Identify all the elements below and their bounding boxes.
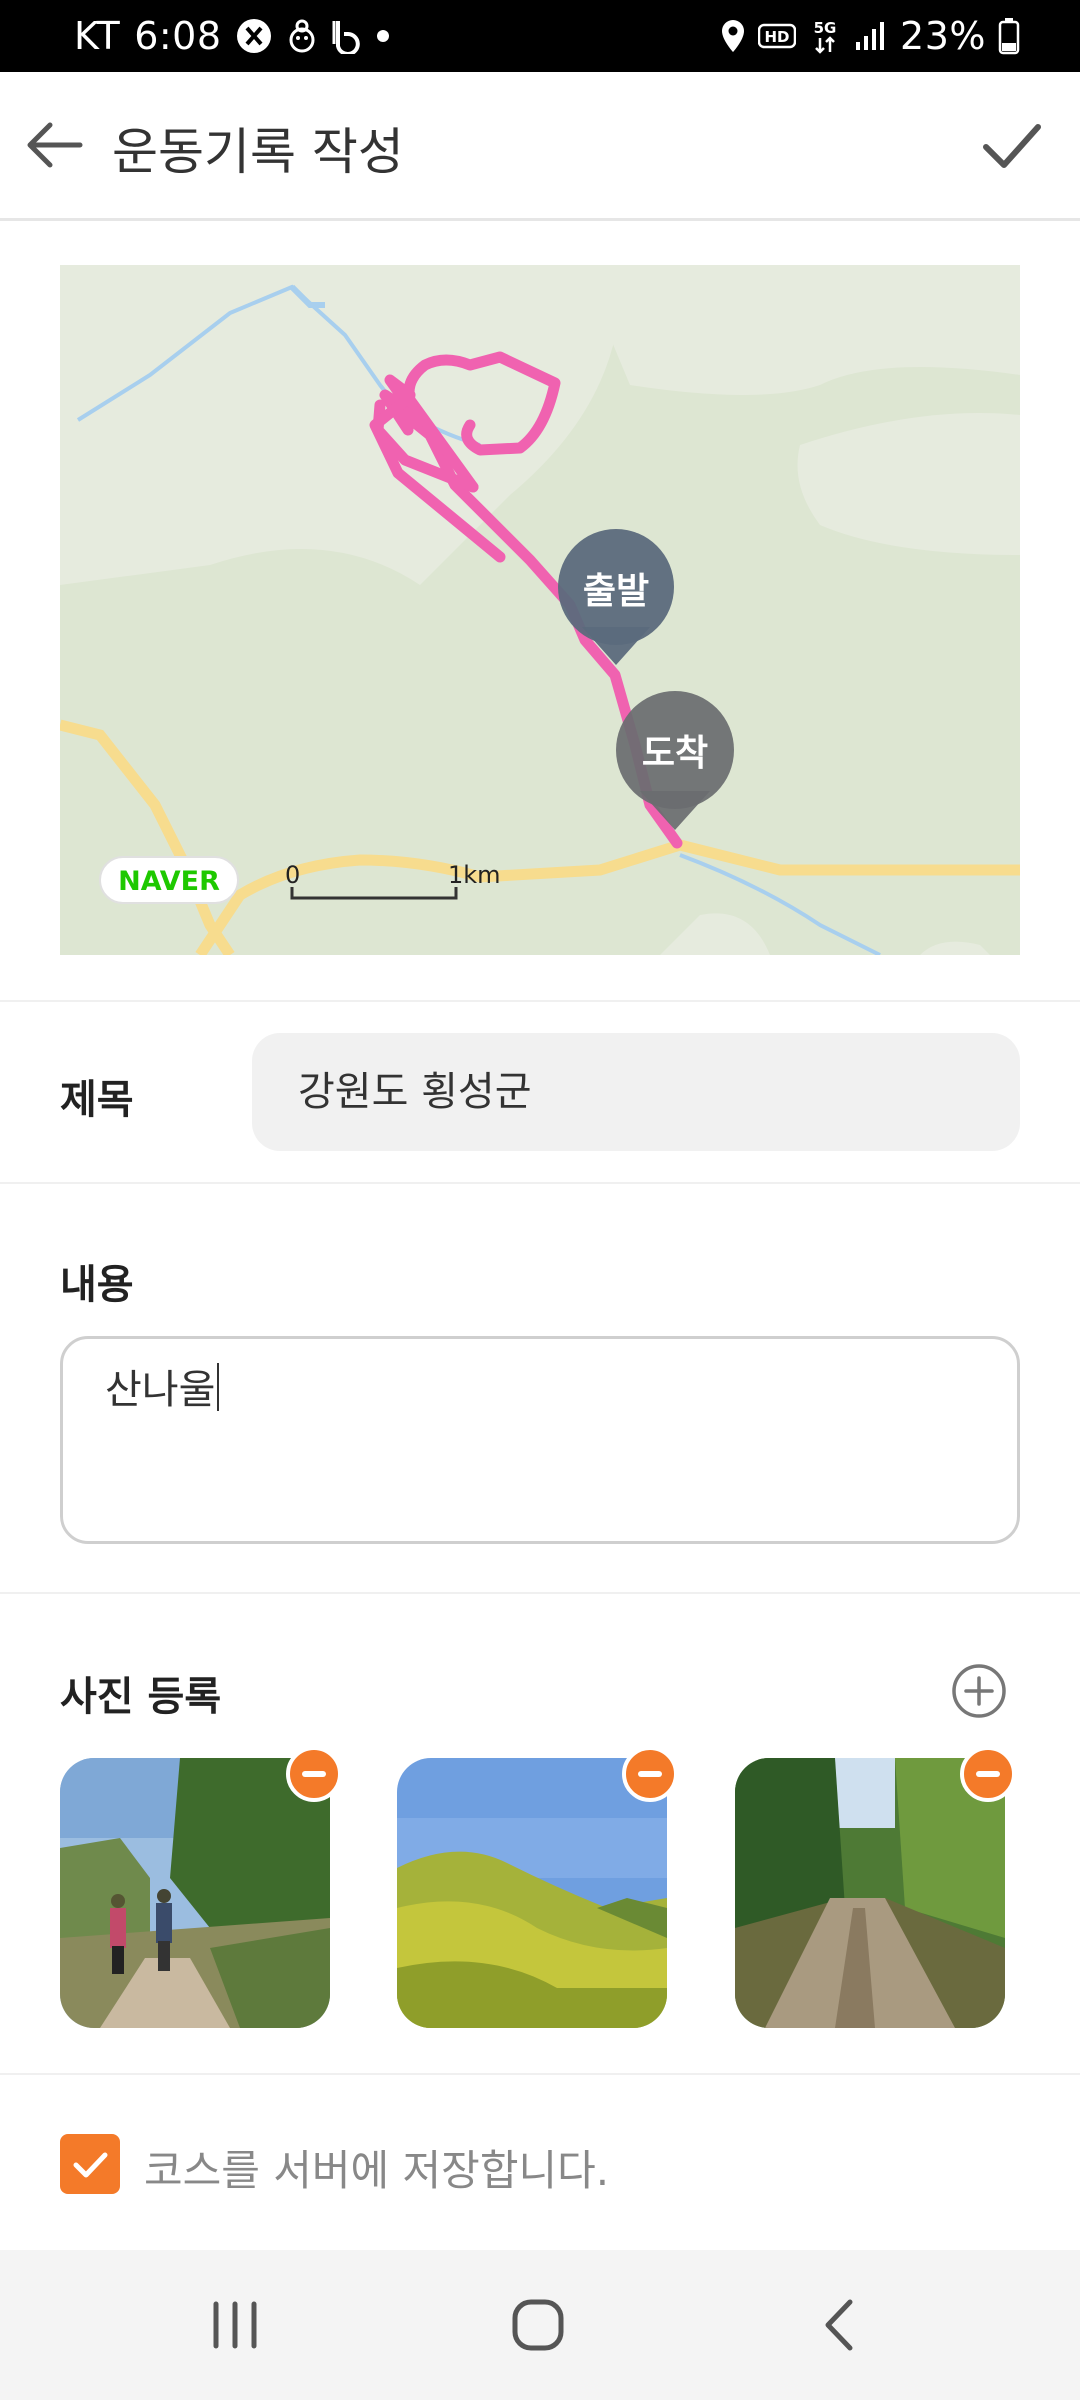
- remove-photo-button[interactable]: [286, 1746, 342, 1802]
- back-button[interactable]: [22, 112, 88, 178]
- content-label: 내용: [60, 1262, 134, 1308]
- carrier-text: KT: [74, 14, 121, 58]
- checkmark-icon: [73, 2152, 108, 2178]
- app-bar: 운동기록 작성: [0, 72, 1080, 221]
- chevron-left-icon: [825, 2299, 853, 2351]
- end-marker-label: 도착: [642, 733, 708, 774]
- scale-start-text: 0: [285, 861, 300, 889]
- 5g-text: 5G: [814, 19, 837, 37]
- save-course-label[interactable]: 코스를 서버에 저장합니다.: [144, 2137, 609, 2198]
- content-textarea[interactable]: 산나울: [60, 1336, 1020, 1544]
- photos-label: 사진 등록: [60, 1674, 222, 1720]
- battery-icon: [998, 17, 1020, 55]
- start-marker-label: 출발: [583, 571, 649, 612]
- hd-text: HD: [765, 28, 790, 46]
- hikers-photo-image: [60, 1758, 330, 2028]
- plus-circle-icon: [952, 1664, 1006, 1718]
- location-icon: [720, 18, 746, 54]
- title-input[interactable]: 강원도 횡성군: [252, 1033, 1020, 1151]
- divider: [0, 1182, 1080, 1184]
- photo-thumbnail[interactable]: [735, 1758, 1005, 2028]
- home-icon: [512, 2299, 564, 2351]
- route-map[interactable]: 출발 도착 NAVER 0 1km: [60, 265, 1020, 955]
- add-photo-button[interactable]: [950, 1662, 1008, 1720]
- naver-logo-text: NAVER: [118, 866, 220, 897]
- recent-apps-icon: [213, 2301, 257, 2349]
- signal-strength-icon: [854, 20, 888, 52]
- bug-notification-icon: [286, 18, 318, 54]
- save-course-checkbox[interactable]: [60, 2134, 120, 2194]
- scale-end-text: 1km: [448, 861, 501, 889]
- divider: [0, 1592, 1080, 1594]
- arrow-left-icon: [27, 122, 83, 168]
- content-text: 산나울: [105, 1367, 216, 1413]
- battery-percent-text: 23%: [900, 14, 986, 58]
- app-notification-icon: [236, 18, 272, 54]
- divider: [0, 1000, 1080, 1002]
- page-title: 운동기록 작성: [112, 123, 404, 181]
- divider: [0, 2073, 1080, 2075]
- status-bar: KT 6:08 HD 5G 23%: [0, 0, 1080, 72]
- route-map-canvas: 출발 도착 NAVER 0 1km: [60, 265, 1020, 955]
- confirm-button[interactable]: [976, 110, 1046, 180]
- status-left: KT 6:08: [74, 0, 390, 72]
- system-navigation-bar: [0, 2250, 1080, 2400]
- forest-road-photo-image: [735, 1758, 1005, 2028]
- photo-thumbnail[interactable]: [397, 1758, 667, 2028]
- more-notifications-dot-icon: [376, 29, 390, 43]
- system-back-button[interactable]: [806, 2290, 876, 2360]
- 5g-network-icon: 5G: [808, 16, 842, 56]
- remove-photo-button[interactable]: [960, 1746, 1016, 1802]
- clock-text: 6:08: [134, 14, 222, 58]
- hd-voice-icon: HD: [758, 21, 797, 51]
- status-right: HD 5G 23%: [720, 0, 1020, 72]
- b-app-notification-icon: [332, 18, 362, 54]
- photo-thumbnail[interactable]: [60, 1758, 330, 2028]
- naver-logo: NAVER: [99, 856, 239, 904]
- checkmark-icon: [983, 124, 1041, 168]
- mountain-photo-image: [397, 1758, 667, 2028]
- title-label: 제목: [60, 1077, 134, 1123]
- text-caret: [217, 1363, 220, 1411]
- recent-apps-button[interactable]: [200, 2290, 270, 2360]
- remove-photo-button[interactable]: [622, 1746, 678, 1802]
- home-button[interactable]: [503, 2290, 573, 2360]
